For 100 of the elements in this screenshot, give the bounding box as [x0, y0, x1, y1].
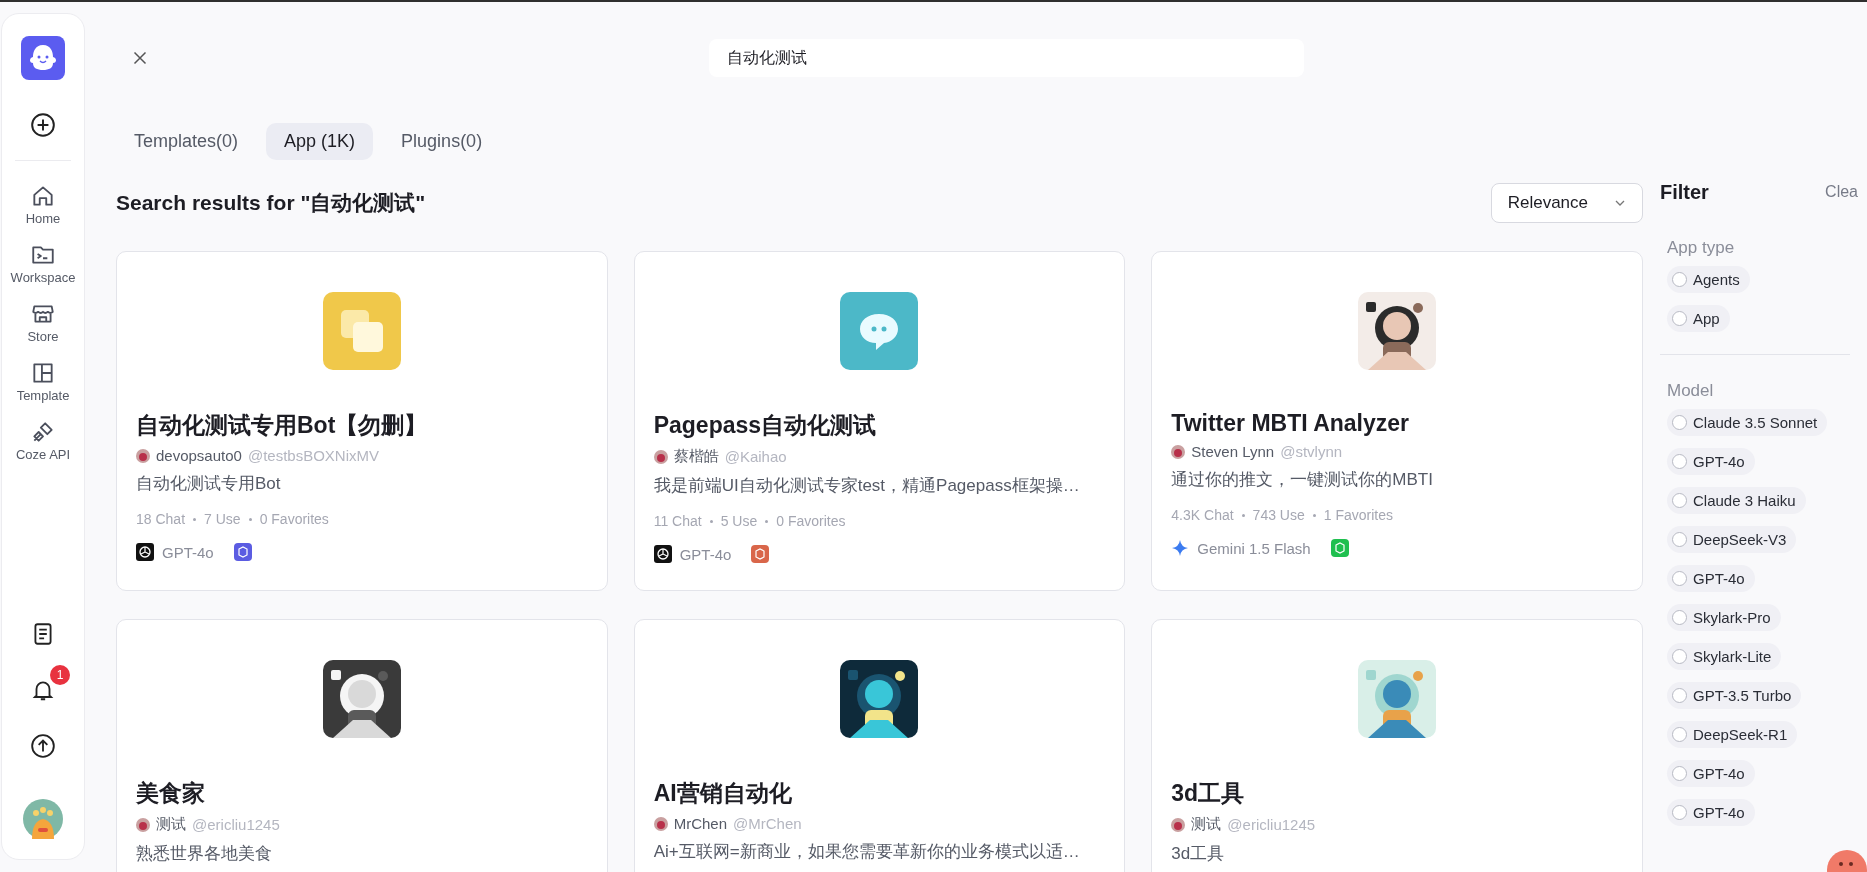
author-handle: @testbsBOXNixMV	[247, 447, 379, 464]
nav-item[interactable]: Workspace	[10, 242, 76, 285]
tab[interactable]: App (1K)	[266, 123, 374, 160]
author-handle: @ericliu1245	[1227, 816, 1316, 833]
author-avatar-icon	[653, 449, 668, 464]
app-description: Ai+互联网=新商业，如果您需要革新你的业务模式以适…	[653, 841, 1081, 863]
separator-dot-icon	[709, 519, 713, 523]
filter-option[interactable]: GPT-4o	[1667, 448, 1755, 475]
separator-dot-icon	[1312, 513, 1316, 517]
chat-bubble-icon	[840, 292, 919, 370]
stat-text: 18 Chat	[136, 511, 186, 527]
radio-button[interactable]	[1672, 766, 1687, 781]
author-name: Steven Lynn	[1191, 443, 1275, 460]
filter-option[interactable]: GPT-4o	[1667, 760, 1755, 787]
app-title: AI营销自动化	[653, 779, 793, 808]
separator-dot-icon	[248, 517, 252, 521]
layout-icon	[30, 360, 56, 386]
ghost-logo-icon[interactable]	[21, 36, 65, 80]
author-name: 测试	[1191, 815, 1222, 834]
author-handle: @ericliu1245	[192, 816, 280, 833]
author-handle: @stvlynn	[1280, 443, 1343, 460]
stat-text: 0 Favorites	[776, 513, 846, 529]
author-name: MrChen	[673, 815, 727, 832]
filter-option[interactable]: GPT-4o	[1667, 565, 1755, 592]
filter-option[interactable]: DeepSeek-R1	[1667, 721, 1798, 748]
results-title: Search results for "自动化测试"	[116, 190, 426, 216]
author-avatar-icon	[136, 448, 150, 463]
app-description: 熟悉世界各地美食	[136, 843, 273, 865]
separator-dot-icon	[1241, 513, 1245, 517]
filter-option[interactable]: App	[1667, 305, 1730, 332]
author-handle: @Kaihao	[724, 448, 787, 465]
model-name: GPT-4o	[162, 543, 214, 561]
copy-icon	[322, 292, 401, 370]
stat-text: 743 Use	[1252, 507, 1305, 523]
stat-text: 7 Use	[204, 511, 241, 527]
author-avatar-icon	[1171, 444, 1186, 459]
radio-button[interactable]	[1672, 688, 1687, 703]
app-title: Twitter MBTI Analyzer	[1171, 410, 1411, 437]
radio-button[interactable]	[1672, 415, 1687, 430]
separator-dot-icon	[765, 519, 769, 523]
app-card[interactable]: 美食家 测试 @ericliu1245 熟悉世界各地美食	[116, 619, 608, 872]
tab[interactable]: Plugins(0)	[383, 123, 501, 160]
filter-option[interactable]: Claude 3.5 Sonnet	[1667, 409, 1828, 436]
filter-section-label: App type	[1667, 238, 1736, 258]
radio-button[interactable]	[1672, 454, 1687, 469]
app-description: 通过你的推文，一键测试你的MBTI	[1171, 469, 1434, 491]
filter-option[interactable]: Claude 3 Haiku	[1667, 487, 1806, 514]
swirl-logo-icon	[136, 543, 154, 561]
nav-item[interactable]: Store	[27, 301, 59, 344]
swirl-logo-icon	[653, 545, 672, 563]
author-name: 测试	[156, 815, 186, 834]
search-field[interactable]: 自动化测试	[709, 39, 1304, 77]
author-name: devopsauto0	[156, 447, 242, 464]
app-title: Pagepass自动化测试	[653, 411, 878, 440]
stat-text: 4.3K Chat	[1171, 507, 1234, 523]
radio-button[interactable]	[1672, 571, 1687, 586]
filter-option[interactable]: DeepSeek-V3	[1667, 526, 1797, 553]
radio-button[interactable]	[1672, 532, 1687, 547]
filter-option[interactable]: Skylark-Lite	[1667, 643, 1782, 670]
radio-button[interactable]	[1672, 493, 1687, 508]
author-avatar-icon	[1171, 817, 1186, 832]
filter-section-label: Model	[1667, 381, 1715, 401]
app-title: 美食家	[136, 779, 206, 808]
user-avatar-icon[interactable]	[23, 799, 63, 839]
author-avatar-icon	[653, 816, 668, 831]
app-card[interactable]: Pagepass自动化测试 蔡楷皓 @Kaihao 我是前端UI自动化测试专家test，精通Pagepass框架操… 11 Chat 5 Use 0 Favorites GPT-4o	[633, 251, 1126, 591]
stat-text: 11 Chat	[653, 513, 702, 529]
app-description: 我是前端UI自动化测试专家test，精通Pagepass框架操…	[653, 475, 1081, 497]
model-name: Gemini 1.5 Flash	[1197, 539, 1311, 557]
separator-dot-icon	[193, 517, 197, 521]
nav-item[interactable]: Home	[25, 183, 61, 226]
nav-item[interactable]: Template	[16, 360, 70, 403]
app-card[interactable]: 3d工具 测试 @ericliu1245 3d工具	[1151, 619, 1643, 872]
radio-button[interactable]	[1672, 805, 1687, 820]
filter-option[interactable]: GPT-3.5 Turbo	[1667, 682, 1802, 709]
upload-icon[interactable]	[30, 733, 56, 759]
app-card[interactable]: Twitter MBTI Analyzer Steven Lynn @stvlynn 通过你的推文，一键测试你的MBTI 4.3K Chat 743 Use 1 Favorites Gemini 1.5 Flash	[1151, 251, 1643, 591]
app-card[interactable]: 自动化测试专用Bot【勿删】 devopsauto0 @testbsBOXNixMV 自动化测试专用Bot 18 Chat 7 Use 0 Favorites GPT-4o	[116, 251, 608, 591]
add-icon[interactable]	[30, 112, 56, 138]
radio-button[interactable]	[1672, 649, 1687, 664]
stat-text: 0 Favorites	[259, 511, 329, 527]
author-name: 蔡楷皓	[673, 447, 719, 466]
author-avatar-icon	[136, 817, 150, 832]
stat-text: 5 Use	[720, 513, 758, 529]
app-description: 3d工具	[1171, 843, 1226, 865]
radio-button[interactable]	[1672, 727, 1687, 742]
sort-dropdown[interactable]: Relevance	[1490, 183, 1643, 223]
filter-option[interactable]: GPT-4o	[1667, 799, 1755, 826]
filter-option[interactable]: Skylark-Pro	[1667, 604, 1781, 631]
nav-item[interactable]: Coze API	[15, 419, 71, 462]
filter-option[interactable]: Agents	[1667, 266, 1750, 293]
radio-button[interactable]	[1672, 311, 1687, 326]
app-card[interactable]: AI营销自动化 MrChen @MrChen Ai+互联网=新商业，如果您需要革新你的业务模式以适…	[633, 619, 1126, 872]
radio-button[interactable]	[1672, 610, 1687, 625]
clear-link[interactable]: Clea	[1825, 183, 1858, 201]
model-name: GPT-4o	[679, 545, 732, 563]
tab[interactable]: Templates(0)	[116, 123, 257, 160]
app-title: 3d工具	[1171, 779, 1246, 808]
filter-title: Filter	[1660, 180, 1709, 204]
radio-button[interactable]	[1672, 272, 1687, 287]
